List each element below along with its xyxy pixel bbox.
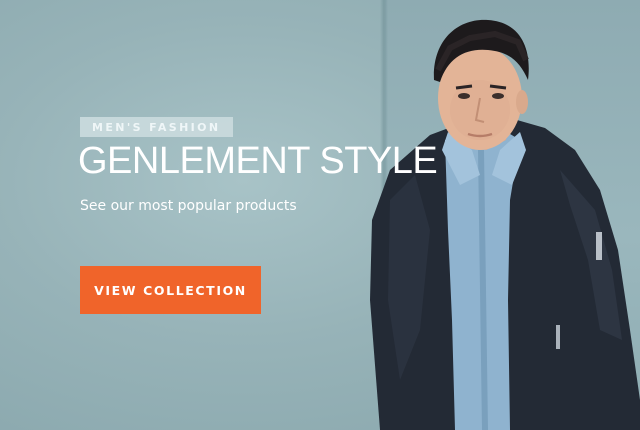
view-collection-button[interactable]: VIEW COLLECTION [80,266,261,314]
hero-subtext: See our most popular products [80,198,297,214]
model-photo [360,0,640,430]
category-tag: MEN'S FASHION [80,117,233,137]
hero-headline: GENLEMENT STYLE [78,140,438,182]
category-tag-label: MEN'S FASHION [92,120,221,134]
hero-banner: MEN'S FASHION GENLEMENT STYLE See our mo… [0,0,640,430]
